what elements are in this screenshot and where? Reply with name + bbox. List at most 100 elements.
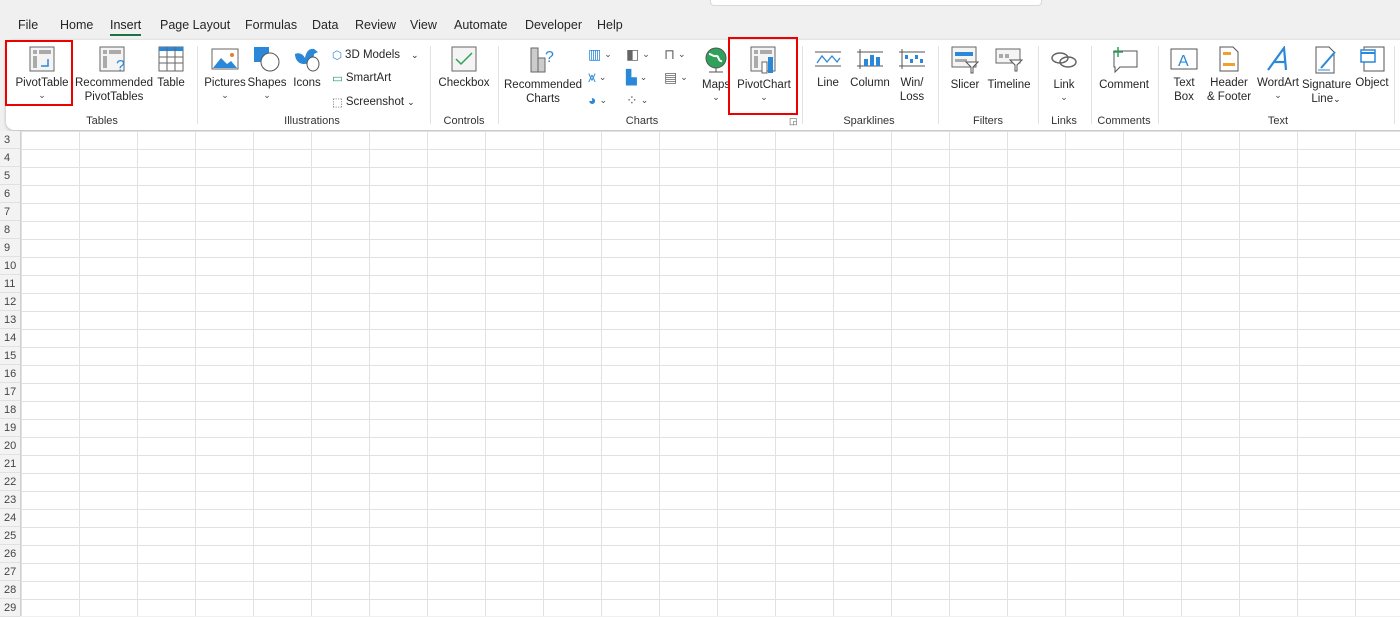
label: Table xyxy=(157,77,185,89)
header-footer-button[interactable]: Header & Footer xyxy=(1204,46,1254,104)
icons-icon xyxy=(295,48,320,72)
sparkline-winloss-button[interactable]: Win/Loss xyxy=(894,46,930,104)
row-header[interactable]: 3 xyxy=(0,131,20,149)
tab-view[interactable]: View xyxy=(410,18,437,32)
row-header[interactable]: 10 xyxy=(0,257,20,275)
column-chart-button[interactable]: ▥ ⌄ xyxy=(588,46,612,63)
chevron-down-icon: ⌄ xyxy=(680,72,688,82)
row-header[interactable]: 6 xyxy=(0,185,20,203)
row-header[interactable]: 13 xyxy=(0,311,20,329)
row-header[interactable]: 19 xyxy=(0,419,20,437)
tab-developer[interactable]: Developer xyxy=(525,18,582,32)
tab-data[interactable]: Data xyxy=(312,18,338,32)
label: Line xyxy=(817,77,839,89)
row-header[interactable]: 28 xyxy=(0,581,20,599)
maps-button[interactable]: Maps ⌄ xyxy=(702,46,730,102)
tab-formulas[interactable]: Formulas xyxy=(245,18,297,32)
label: Slicer xyxy=(950,79,980,91)
table-button[interactable]: Table xyxy=(154,46,188,90)
recommended-pivottables-button[interactable]: ? Recommended PivotTables xyxy=(74,46,154,104)
label: WordArt xyxy=(1257,77,1299,89)
ribbon: PivotTable ⌄ ? Recommended PivotTables Tab… xyxy=(5,37,1400,130)
row-header[interactable]: 5 xyxy=(0,167,20,185)
line-chart-button[interactable]: ⩙ ⌄ xyxy=(588,69,606,86)
row-header[interactable]: 4 xyxy=(0,149,20,167)
label: Object xyxy=(1355,77,1389,89)
tab-home[interactable]: Home xyxy=(60,18,93,32)
row-header[interactable]: 11 xyxy=(0,275,20,293)
link-button[interactable]: Link ⌄ xyxy=(1046,46,1082,102)
tab-review[interactable]: Review xyxy=(355,18,396,32)
row-header[interactable]: 25 xyxy=(0,527,20,545)
sparkline-line-button[interactable]: Line xyxy=(810,46,846,90)
row-header[interactable]: 7 xyxy=(0,203,20,221)
divider xyxy=(430,46,431,124)
svg-text:?: ? xyxy=(116,58,125,72)
icons-button[interactable]: Icons xyxy=(289,46,325,90)
3d-models-button[interactable]: ⬡ 3D Models ⌄ xyxy=(332,48,419,62)
row-header[interactable]: 29 xyxy=(0,599,20,617)
sparkline-column-button[interactable]: Column xyxy=(848,46,892,90)
recommended-charts-button[interactable]: ? Recommended Charts xyxy=(504,46,582,106)
dialog-launcher-icon[interactable]: ◲ xyxy=(789,116,798,127)
label: Checkbox xyxy=(438,77,490,89)
worksheet-grid[interactable] xyxy=(0,131,1400,616)
table-icon xyxy=(158,46,184,72)
chevron-down-icon: ⌄ xyxy=(263,90,271,100)
divider xyxy=(1038,46,1039,124)
row-header[interactable]: 17 xyxy=(0,383,20,401)
row-header[interactable]: 24 xyxy=(0,509,20,527)
row-header[interactable]: 12 xyxy=(0,293,20,311)
checkbox-button[interactable]: Checkbox xyxy=(436,46,492,90)
row-header[interactable]: 27 xyxy=(0,563,20,581)
row-header[interactable]: 18 xyxy=(0,401,20,419)
slicer-button[interactable]: Slicer xyxy=(946,46,984,92)
row-header[interactable]: 20 xyxy=(0,437,20,455)
row-header[interactable]: 9 xyxy=(0,239,20,257)
divider xyxy=(802,46,803,124)
screenshot-button[interactable]: ⬚ Screenshot ⌄ xyxy=(332,95,415,109)
label: Icons xyxy=(293,77,321,89)
row-header[interactable]: 16 xyxy=(0,365,20,383)
group-label-charts: Charts xyxy=(625,115,659,127)
scatter-chart-icon: ⁘ xyxy=(626,92,638,108)
pie-chart-icon: ◕ xyxy=(588,92,597,108)
tab-help[interactable]: Help xyxy=(597,18,623,32)
tab-insert[interactable]: Insert xyxy=(110,18,142,36)
smartart-button[interactable]: ▭ SmartArt xyxy=(332,71,391,85)
histogram-icon: ▙ xyxy=(626,69,637,85)
row-header[interactable]: 26 xyxy=(0,545,20,563)
tab-file[interactable]: File xyxy=(18,18,38,32)
highlight-pivotchart xyxy=(728,37,798,115)
row-header[interactable]: 14 xyxy=(0,329,20,347)
row-header[interactable]: 23 xyxy=(0,491,20,509)
statistic-chart-button[interactable]: ▙ ⌄ xyxy=(626,69,647,86)
tab-page-layout[interactable]: Page Layout xyxy=(160,18,230,32)
row-header[interactable]: 22 xyxy=(0,473,20,491)
row-header[interactable]: 21 xyxy=(0,455,20,473)
comment-button[interactable]: Comment xyxy=(1098,46,1150,92)
scatter-chart-button[interactable]: ⁘ ⌄ xyxy=(626,92,648,109)
object-button[interactable]: Object xyxy=(1352,46,1392,90)
chevron-down-icon: ⌄ xyxy=(1333,94,1341,104)
wordart-button[interactable]: WordArt ⌄ xyxy=(1256,46,1300,100)
group-label-illustrations: Illustrations xyxy=(284,115,340,127)
combo-chart-button[interactable]: ▤ ⌄ xyxy=(664,69,688,86)
signature-line-button[interactable]: Signature Line⌄ xyxy=(1302,46,1351,106)
tab-automate[interactable]: Automate xyxy=(454,18,508,32)
pie-chart-button[interactable]: ◕ ⌄ xyxy=(588,92,607,108)
pictures-button[interactable]: Pictures ⌄ xyxy=(203,46,247,100)
sparkline-column-icon xyxy=(857,49,883,69)
text-box-button[interactable]: A Text Box xyxy=(1166,46,1202,104)
search-box[interactable] xyxy=(710,0,1042,6)
smartart-icon: ▭ xyxy=(332,73,343,85)
hierarchy-chart-button[interactable]: ◧ ⌄ xyxy=(626,46,650,63)
waterfall-chart-button[interactable]: ⊓ ⌄ xyxy=(664,46,685,63)
row-header[interactable]: 15 xyxy=(0,347,20,365)
shapes-button[interactable]: Shapes ⌄ xyxy=(247,46,287,100)
timeline-button[interactable]: Timeline xyxy=(986,46,1032,92)
recommended-pivottables-icon: ? xyxy=(99,46,125,72)
chevron-down-icon: ⌄ xyxy=(598,72,607,82)
row-header[interactable]: 8 xyxy=(0,221,20,239)
chevron-down-icon: ⌄ xyxy=(677,49,686,59)
